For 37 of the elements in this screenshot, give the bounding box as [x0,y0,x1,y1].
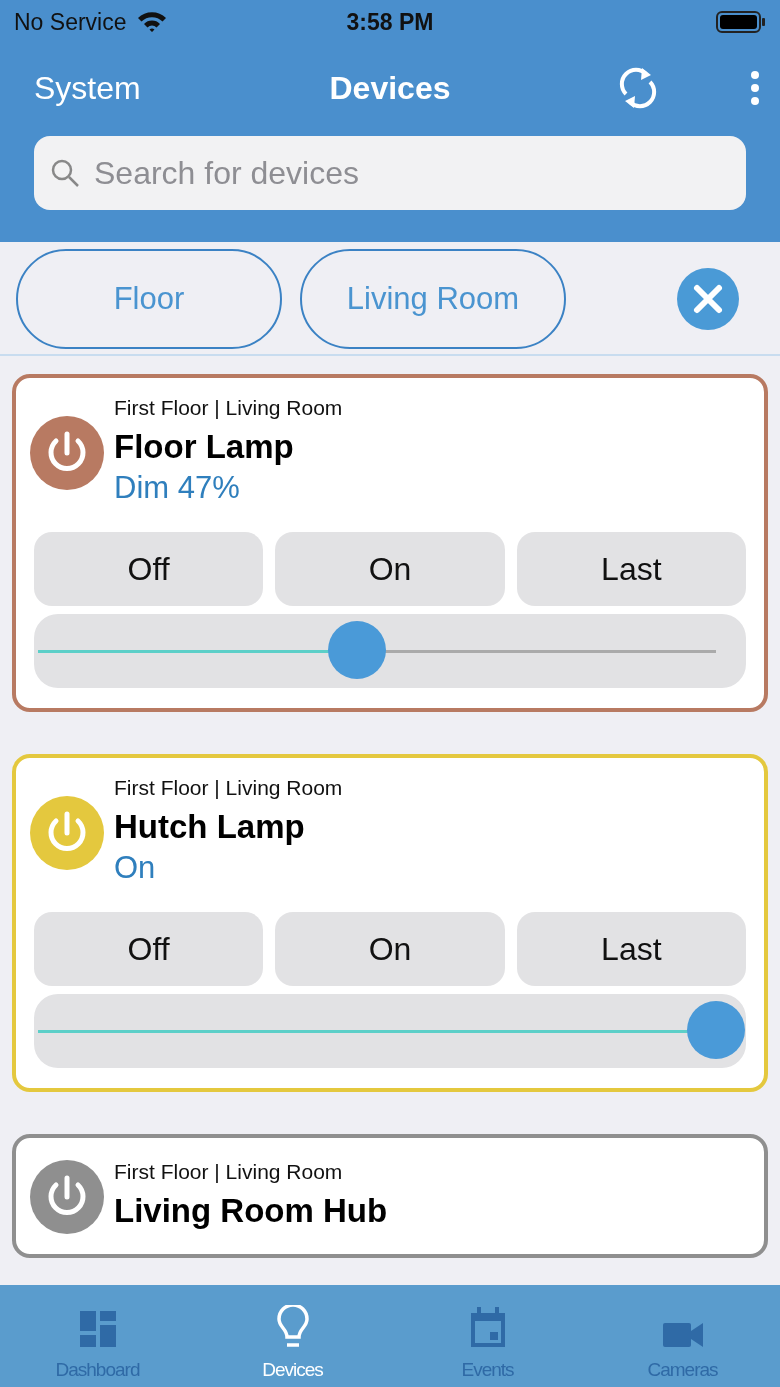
more-icon[interactable] [750,70,760,106]
power-icon[interactable] [30,796,104,870]
device-location: First Floor | Living Room [114,1160,344,1184]
device-name: Hutch Lamp [114,808,306,846]
state-button[interactable]: Last [516,532,746,606]
device-name: Floor Lamp [114,428,295,466]
tab[interactable]: Devices [195,1285,390,1387]
state-button[interactable]: Off [34,532,264,606]
clear-icon[interactable] [676,267,740,331]
wifi-icon [136,10,169,34]
video-camera-icon [662,1321,703,1349]
device-location: First Floor | Living Room [114,396,343,420]
dimmer-slider[interactable] [34,614,746,688]
device-status: Dim 47% [114,470,241,506]
battery-icon [716,10,766,34]
clock: 3:58 PM [346,8,434,36]
state-button[interactable]: On [275,532,505,606]
state-button[interactable]: Off [34,912,264,986]
filter-chip[interactable]: Floor [16,249,282,349]
lightbulb-icon [275,1305,310,1349]
carrier: No Service [14,8,127,36]
filter-chip[interactable]: Living Room [300,249,566,349]
refresh-icon[interactable] [618,66,658,110]
search-field[interactable]: Search for devices [34,136,746,210]
power-icon[interactable] [30,416,104,490]
device-status: On [114,850,157,886]
device-location: First Floor | Living Room [114,776,343,800]
calendar-icon [468,1307,507,1349]
state-button[interactable]: On [275,912,505,986]
page-title: Devices [329,69,451,107]
slider-thumb[interactable] [687,1000,745,1059]
power-icon[interactable] [30,1160,104,1234]
system-button[interactable]: System [34,69,141,107]
state-button[interactable]: Last [516,912,746,986]
device-name: Living Room Hub [114,1192,388,1230]
dimmer-slider[interactable] [34,994,746,1068]
dashboard-icon [77,1309,118,1349]
